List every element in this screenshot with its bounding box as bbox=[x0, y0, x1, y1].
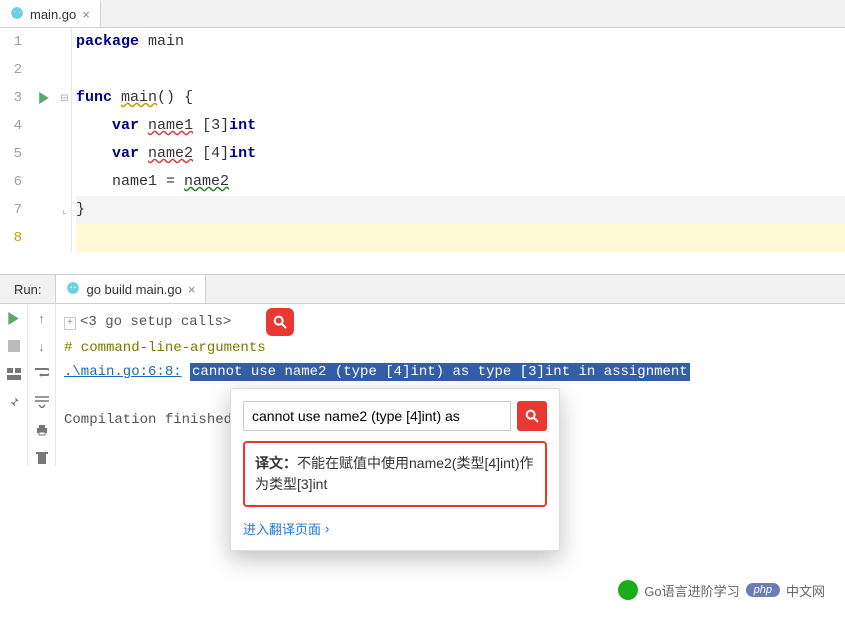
run-gutter-icon[interactable] bbox=[30, 84, 58, 112]
rerun-icon[interactable] bbox=[6, 310, 22, 326]
open-translation-page-link[interactable]: 进入翻译页面› bbox=[243, 519, 329, 538]
gutter-run-icons bbox=[30, 28, 58, 252]
run-panel-title: Run: bbox=[0, 275, 56, 303]
code-line: var name2 [4]int bbox=[76, 140, 845, 168]
php-badge: php bbox=[746, 583, 780, 597]
stop-icon[interactable] bbox=[6, 338, 22, 354]
fold-open-icon[interactable]: ⊟ bbox=[58, 84, 71, 112]
search-overlay-icon[interactable] bbox=[266, 308, 294, 336]
console-line: # command-line-arguments bbox=[64, 336, 837, 360]
code-line: func main() { bbox=[76, 84, 845, 112]
down-icon[interactable]: ↓ bbox=[34, 338, 50, 354]
line-numbers: 1 2 3 4 5 6 7 8 bbox=[0, 28, 30, 252]
error-location-link[interactable]: .\main.go:6:8: bbox=[64, 364, 182, 380]
close-tab-icon[interactable]: × bbox=[82, 7, 90, 22]
go-run-icon bbox=[66, 281, 80, 298]
code-editor[interactable]: 1 2 3 4 5 6 7 8 ⊟ ⌞ package main func ma… bbox=[0, 28, 845, 252]
layout-icon[interactable] bbox=[6, 366, 22, 382]
code-line bbox=[76, 224, 845, 252]
translation-label: 译文： bbox=[255, 455, 297, 471]
fold-icon[interactable]: + bbox=[64, 317, 76, 330]
go-file-icon bbox=[10, 6, 24, 23]
editor-tabbar: main.go × bbox=[0, 0, 845, 28]
translation-search-input[interactable] bbox=[243, 401, 511, 431]
watermark-text: Go语言进阶学习 bbox=[644, 581, 739, 600]
code-line: name1 = name2 bbox=[76, 168, 845, 196]
wechat-icon bbox=[618, 580, 638, 600]
code-line: } bbox=[76, 196, 845, 224]
watermark-text2: 中文网 bbox=[786, 581, 825, 600]
run-toolbar-secondary: ↑ ↓ bbox=[28, 304, 56, 466]
code-line bbox=[76, 56, 845, 84]
run-toolbar-primary bbox=[0, 304, 28, 466]
translation-text: 不能在赋值中使用name2(类型[4]int)作为类型[3]int bbox=[255, 455, 533, 492]
code-area[interactable]: package main func main() { var name1 [3]… bbox=[72, 28, 845, 252]
fold-close-icon[interactable]: ⌞ bbox=[58, 196, 71, 224]
error-message-selected: cannot use name2 (type [4]int) as type [… bbox=[190, 363, 690, 381]
translation-popup: 译文：不能在赋值中使用name2(类型[4]int)作为类型[3]int 进入翻… bbox=[230, 388, 560, 551]
up-icon[interactable]: ↑ bbox=[34, 310, 50, 326]
soft-wrap-icon[interactable] bbox=[34, 366, 50, 382]
close-run-tab-icon[interactable]: × bbox=[188, 282, 196, 297]
translation-search-button[interactable] bbox=[517, 401, 547, 431]
code-line: package main bbox=[76, 28, 845, 56]
run-config-label: go build main.go bbox=[86, 282, 181, 297]
run-panel-header: Run: go build main.go × bbox=[0, 274, 845, 304]
pin-icon[interactable] bbox=[6, 394, 22, 410]
fold-column: ⊟ ⌞ bbox=[58, 28, 72, 252]
file-tab-main-go[interactable]: main.go × bbox=[0, 0, 101, 27]
code-line: var name1 [3]int bbox=[76, 112, 845, 140]
file-tab-label: main.go bbox=[30, 7, 76, 22]
trash-icon[interactable] bbox=[34, 450, 50, 466]
chevron-right-icon: › bbox=[325, 521, 329, 536]
print-icon[interactable] bbox=[34, 422, 50, 438]
scroll-to-end-icon[interactable] bbox=[34, 394, 50, 410]
console-line: <3 go setup calls> bbox=[80, 314, 231, 330]
translation-result: 译文：不能在赋值中使用name2(类型[4]int)作为类型[3]int bbox=[243, 441, 547, 507]
run-config-tab[interactable]: go build main.go × bbox=[56, 275, 206, 303]
watermark: Go语言进阶学习 php 中文网 bbox=[618, 580, 825, 600]
